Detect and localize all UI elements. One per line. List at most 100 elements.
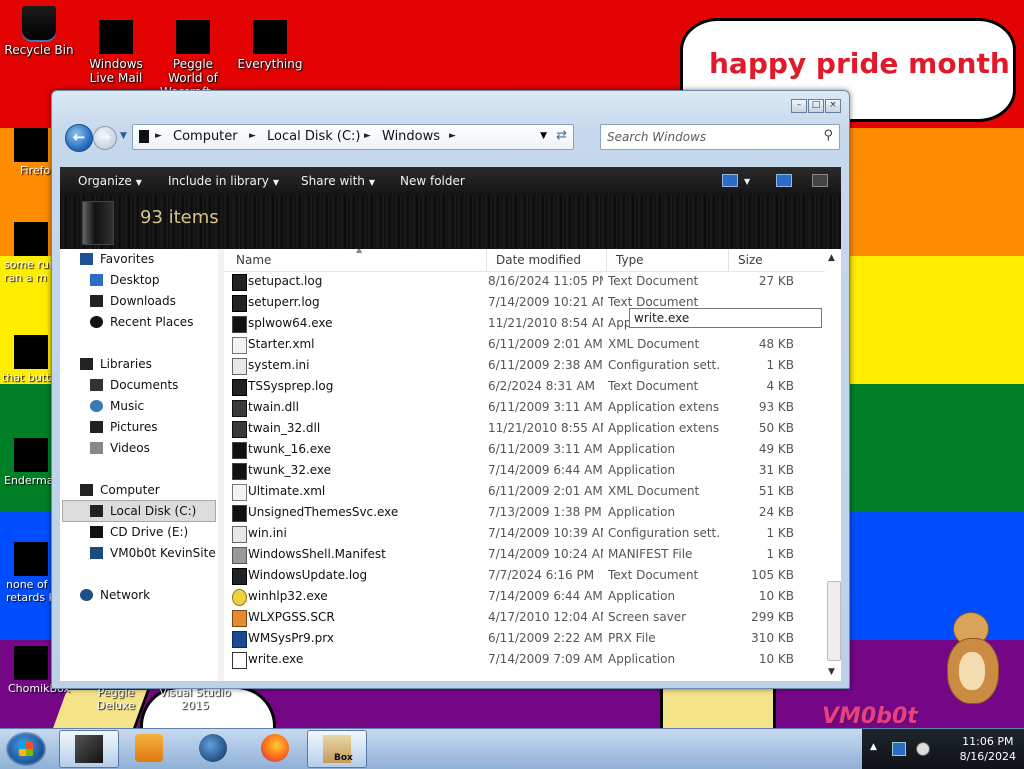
clock[interactable]: 11:06 PM 8/16/2024 [960, 734, 1016, 764]
desktop-icon-recycle-bin[interactable]: Recycle Bin [1, 6, 77, 57]
show-hidden-icons-icon[interactable]: ▲ [870, 742, 882, 754]
desktop-icon-visual-studio[interactable]: Visual Studio 2015 [155, 686, 235, 712]
breadcrumb-windows[interactable]: Windows [382, 129, 440, 144]
nav-downloads[interactable]: Downloads [90, 291, 176, 311]
file-date: 7/14/2009 7:09 AM [488, 652, 603, 666]
nav-favorites[interactable]: Favorites [80, 249, 154, 269]
organize-button[interactable]: Organize ▼ [78, 174, 142, 188]
organize-label: Organize [78, 174, 132, 188]
column-separator[interactable] [486, 249, 487, 271]
breadcrumb-chevron-icon[interactable]: ► [249, 131, 256, 141]
nav-network[interactable]: Network [80, 585, 150, 605]
column-header-size[interactable]: Size [738, 253, 763, 267]
nav-network-drive[interactable]: VM0b0t KevinSite [90, 543, 216, 563]
desktop-icon-peggle-deluxe[interactable]: Peggle Deluxe [78, 686, 154, 712]
nav-desktop[interactable]: Desktop [90, 270, 160, 290]
scroll-thumb[interactable] [827, 581, 841, 661]
file-row[interactable]: winhlp32.exe 7/14/2009 6:44 AM Application… [224, 586, 825, 607]
nav-local-disk[interactable]: Local Disk (C:) [90, 501, 196, 521]
start-button[interactable] [6, 732, 46, 766]
desktop-icon-peggle-wow[interactable]: Peggle World of Warcraft ... [155, 20, 231, 99]
minimize-button[interactable]: – [791, 99, 807, 113]
close-button[interactable]: × [825, 99, 841, 113]
taskbar-firefox-button[interactable] [246, 730, 304, 766]
desktop-icon-windows-live-mail[interactable]: Windows Live Mail [78, 20, 154, 85]
network-tray-icon[interactable] [892, 742, 906, 756]
breadcrumb-chevron-icon[interactable]: ► [364, 131, 371, 141]
breadcrumb-local-disk[interactable]: Local Disk (C:) [267, 129, 360, 144]
address-bar[interactable]: ► Computer ► Local Disk (C:) ► Windows ►… [132, 124, 574, 150]
file-type: PRX File [608, 631, 656, 645]
file-row[interactable]: WindowsShell.Manifest 7/14/2009 10:24 AM M… [224, 544, 825, 565]
taskbar-media-player-button[interactable] [120, 730, 178, 766]
history-dropdown-icon[interactable]: ▼ [120, 131, 127, 141]
maximize-button[interactable]: □ [808, 99, 824, 113]
taskbar-chomikbox-button[interactable]: Box [307, 730, 367, 768]
file-row[interactable]: Ultimate.xml 6/11/2009 2:01 AM XML Documen… [224, 481, 825, 502]
column-header-type[interactable]: Type [616, 253, 644, 267]
explorer-window[interactable]: – □ × ← → ▼ ► Computer ► Local Disk (C:)… [51, 90, 850, 689]
refresh-icon[interactable]: ⇄ [556, 128, 567, 143]
include-in-library-button[interactable]: Include in library ▼ [168, 174, 279, 188]
column-header-name[interactable]: Name [236, 253, 271, 267]
nav-label: Pictures [110, 420, 158, 434]
write-app-icon [232, 652, 247, 669]
back-button[interactable]: ← [65, 124, 93, 152]
help-icon[interactable] [812, 174, 828, 187]
file-row[interactable]: UnsignedThemesSvc.exe 7/13/2009 1:38 PM Ap… [224, 502, 825, 523]
nav-recent-places[interactable]: Recent Places [90, 312, 193, 332]
breadcrumb-computer[interactable]: Computer [173, 129, 238, 144]
scroll-down-icon[interactable]: ▼ [828, 667, 835, 677]
change-view-icon[interactable] [722, 174, 738, 187]
file-type: Text Document [608, 274, 699, 288]
windows-live-mail-icon [99, 20, 133, 54]
view-options-dropdown-icon[interactable]: ▼ [744, 177, 750, 186]
file-row[interactable]: setupact.log 8/16/2024 11:05 PM Text Docum… [224, 271, 825, 292]
nav-cd-drive[interactable]: CD Drive (E:) [90, 522, 188, 542]
address-dropdown-icon[interactable]: ▼ [540, 131, 547, 141]
box-label: Box [334, 753, 353, 763]
command-bar: Organize ▼ Include in library ▼ Share with… [60, 167, 841, 195]
file-type: Configuration sett... [608, 526, 720, 540]
scroll-up-icon[interactable]: ▲ [828, 253, 835, 263]
nav-libraries[interactable]: Libraries [80, 354, 152, 374]
new-folder-button[interactable]: New folder [400, 174, 465, 188]
recycle-bin-icon [22, 6, 56, 40]
nav-computer[interactable]: Computer [80, 480, 160, 500]
search-icon[interactable]: ⚲ [823, 128, 833, 143]
file-type: Application [608, 505, 676, 519]
nav-documents[interactable]: Documents [90, 375, 178, 395]
file-row[interactable]: write.exe 7/14/2009 7:09 AM Application 10 … [224, 649, 825, 670]
column-header-date[interactable]: Date modified [496, 253, 581, 267]
nav-videos[interactable]: Videos [90, 438, 150, 458]
file-row[interactable]: twunk_32.exe 7/14/2009 6:44 AM Application… [224, 460, 825, 481]
file-row[interactable]: system.ini 6/11/2009 2:38 AM Configuration… [224, 355, 825, 376]
column-separator[interactable] [606, 249, 607, 271]
file-row[interactable]: WLXPGSS.SCR 4/17/2010 12:04 AM Screen save… [224, 607, 825, 628]
vertical-scrollbar[interactable]: ▲ ▼ [825, 249, 841, 681]
file-name: twunk_16.exe [248, 442, 332, 456]
volume-icon[interactable] [916, 742, 930, 756]
file-row[interactable]: twunk_16.exe 6/11/2009 3:11 AM Application… [224, 439, 825, 460]
file-row[interactable]: Starter.xml 6/11/2009 2:01 AM XML Document… [224, 334, 825, 355]
file-row[interactable]: WMSysPr9.prx 6/11/2009 2:22 AM PRX File 310… [224, 628, 825, 649]
search-box[interactable]: Search Windows ⚲ [600, 124, 840, 150]
nav-music[interactable]: Music [90, 396, 144, 416]
libraries-icon [80, 358, 93, 370]
file-row[interactable]: twain.dll 6/11/2009 3:11 AM Application ex… [224, 397, 825, 418]
file-row[interactable]: win.ini 7/14/2009 10:39 AM Configuration s… [224, 523, 825, 544]
taskbar-globe-button[interactable] [184, 730, 242, 766]
file-type: Application [608, 442, 676, 456]
file-row[interactable]: WindowsUpdate.log 7/7/2024 6:16 PM Text Do… [224, 565, 825, 586]
taskbar-explorer-button[interactable] [59, 730, 119, 768]
breadcrumb-chevron-icon[interactable]: ► [449, 131, 456, 141]
forward-button[interactable]: → [93, 126, 117, 150]
share-with-button[interactable]: Share with ▼ [301, 174, 375, 188]
desktop-icon-everything[interactable]: Everything [232, 20, 308, 71]
nav-pictures[interactable]: Pictures [90, 417, 158, 437]
file-row[interactable]: TSSysprep.log 6/2/2024 8:31 AM Text Docume… [224, 376, 825, 397]
preview-pane-icon[interactable] [776, 174, 792, 187]
column-separator[interactable] [728, 249, 729, 271]
file-row[interactable]: twain_32.dll 11/21/2010 8:55 AM Applicatio… [224, 418, 825, 439]
breadcrumb-chevron-icon[interactable]: ► [155, 131, 162, 141]
